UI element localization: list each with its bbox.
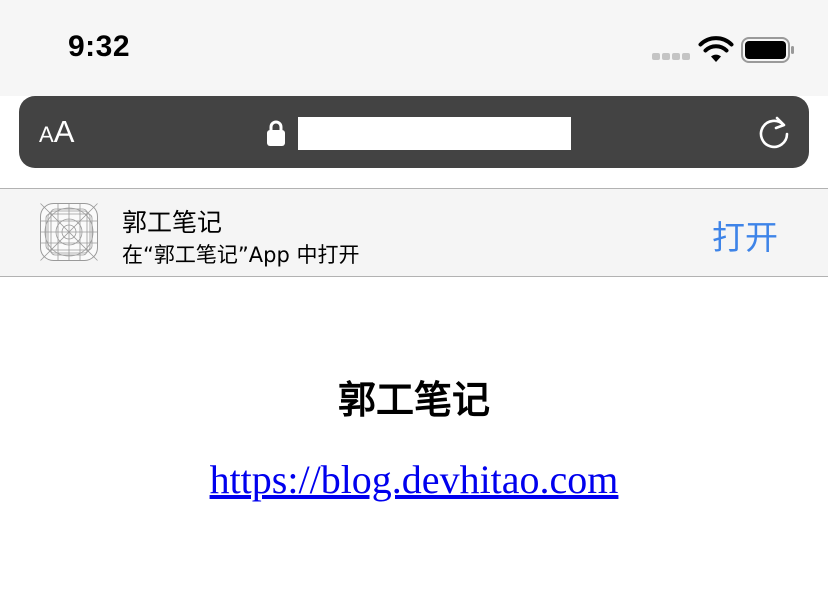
- text-size-small-label: A: [39, 122, 54, 147]
- app-name: 郭工笔记: [122, 208, 223, 237]
- lock-icon: [267, 120, 285, 146]
- text-size-button[interactable]: AA: [39, 114, 74, 150]
- address-bar: AA: [19, 96, 809, 168]
- blog-link[interactable]: https://blog.devhitao.com: [0, 456, 828, 503]
- smart-app-banner: 郭工笔记 在“郭工笔记”App 中打开 打开: [0, 188, 828, 277]
- reload-icon[interactable]: [758, 115, 792, 151]
- open-app-button[interactable]: 打开: [712, 211, 778, 259]
- app-subtitle: 在“郭工笔记”App 中打开: [122, 243, 360, 267]
- url-field[interactable]: [298, 117, 571, 150]
- text-size-large-label: A: [53, 114, 75, 149]
- battery-icon: [741, 37, 794, 63]
- page-title: 郭工笔记: [337, 378, 490, 422]
- status-bar: 9:32: [0, 0, 828, 96]
- status-time: 9:32: [68, 30, 131, 63]
- app-placeholder-icon: [40, 203, 98, 261]
- wifi-icon: [698, 36, 734, 62]
- cellular-signal-icon: [652, 53, 692, 61]
